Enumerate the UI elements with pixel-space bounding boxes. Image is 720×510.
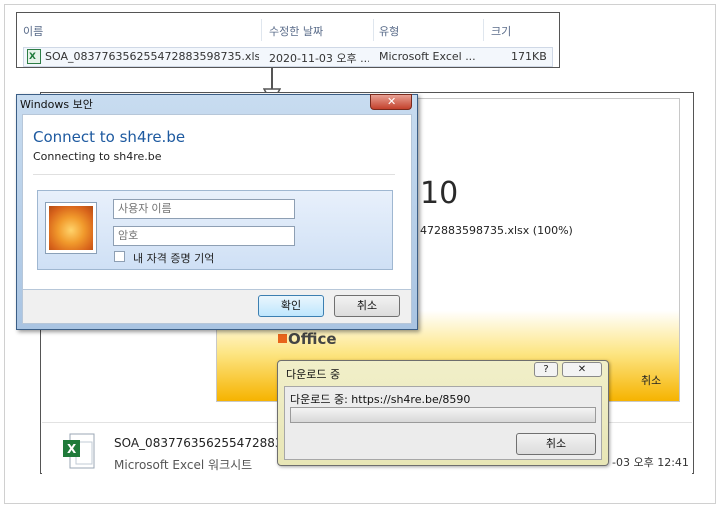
dialog-title: Windows 보안 [20,98,93,111]
column-separator [483,19,484,41]
column-separator [261,19,262,41]
help-button[interactable]: ? [534,362,558,377]
column-separator [373,19,374,41]
download-progress-bar [290,407,596,423]
password-field[interactable] [113,226,295,246]
column-date-header[interactable]: 수정한 날짜 [269,23,323,39]
close-icon: ✕ [387,95,397,108]
flower-icon [49,206,93,250]
bottom-file-name: SOA_083776356255472883598 [114,436,278,450]
user-avatar [45,202,97,254]
column-name-header[interactable]: 이름 [23,23,43,39]
bottom-file-type: Microsoft Excel 워크시트 [114,458,253,472]
download-title: 다운로드 중 [286,368,341,381]
download-message: 다운로드 중: https://sh4re.be/8590 [290,393,471,406]
username-field[interactable] [113,199,295,219]
dialog-heading: Connect to sh4re.be [33,128,186,146]
close-button[interactable]: ✕ [370,94,412,110]
version-fragment: 10 [420,176,459,211]
divider [33,174,395,175]
splash-cancel-button[interactable]: 취소 [641,372,661,388]
dialog-subheading: Connecting to sh4re.be [33,150,162,163]
file-type: Microsoft Excel ... [379,50,476,63]
file-size: 171KB [511,50,547,63]
remember-label: 내 자격 증명 기억 [133,252,215,265]
column-size-header[interactable]: 크기 [491,23,511,39]
svg-text:X: X [67,442,77,456]
download-cancel-button[interactable]: 취소 [516,433,596,455]
ok-button[interactable]: 확인 [258,295,324,317]
office-logo: Office [288,330,337,348]
file-name: SOA_08377635625547288359873​5.xlsx [45,50,259,63]
remember-checkbox[interactable] [114,251,125,262]
cancel-button[interactable]: 취소 [334,295,400,317]
bottom-file-date: -03 오후 12:41 [612,456,689,469]
load-status-text: 472883598735.xlsx (100%) [420,224,573,237]
file-date: 2020-11-03 오후 ... [269,52,369,65]
column-type-header[interactable]: 유형 [379,23,399,39]
excel-file-large-icon: X [63,433,95,469]
excel-file-icon: X [27,49,41,64]
file-explorer: 이름 수정한 날짜 유형 크기 X SOA_083776356255472883… [16,12,560,68]
office-logo-icon [278,334,287,343]
download-close-button[interactable]: ✕ [562,362,602,377]
